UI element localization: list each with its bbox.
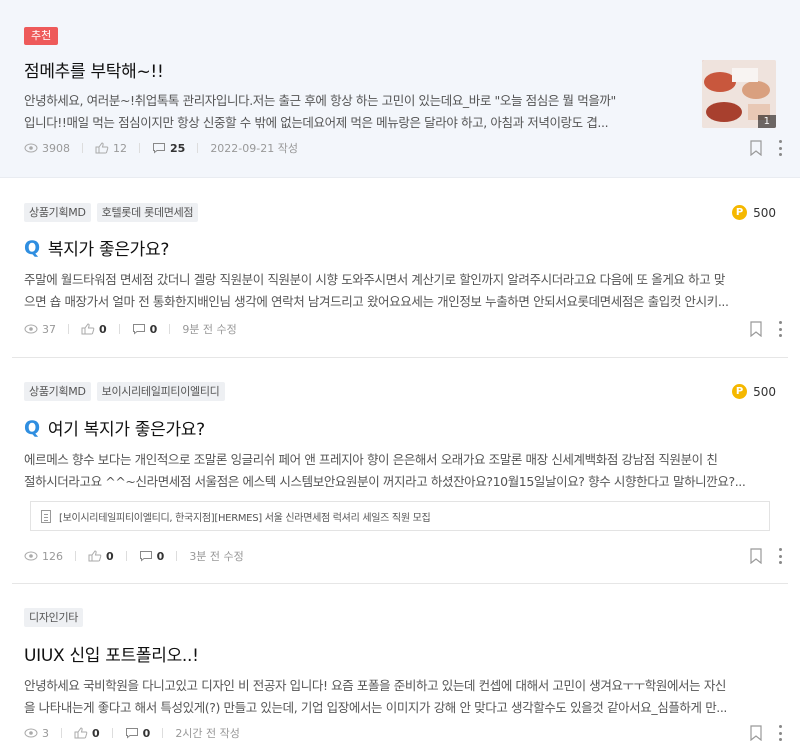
- post-card-featured[interactable]: 추천 점메추를 부탁해~!! 안녕하세요, 여러분~!취업톡톡 관리자입니다.저…: [0, 0, 800, 178]
- reward-points: P 500: [732, 384, 776, 399]
- attached-job-posting[interactable]: [보이시리테일피티이엘티디, 한국지점][HERMES] 서울 신라면세점 럭셔…: [30, 501, 770, 531]
- post-tags: 상품기획MD 보이시리테일피티이엘티디: [24, 382, 225, 401]
- post-date: 2시간 전 작성: [175, 727, 240, 740]
- post-date: 9분 전 수정: [182, 323, 237, 336]
- company-tag[interactable]: 호텔롯데 롯데면세점: [96, 203, 199, 222]
- post-date: 2022-09-21 작성: [210, 142, 298, 155]
- post-actions: [750, 725, 782, 741]
- eye-icon: [24, 324, 38, 334]
- comment-icon: [139, 551, 152, 562]
- comment-icon: [125, 728, 138, 739]
- post-actions: [750, 321, 782, 337]
- post-excerpt[interactable]: 에르메스 향수 보다는 개인적으로 조말론 잉글리쉬 페어 앤 프레지아 향이 …: [24, 449, 774, 493]
- divider: [162, 728, 164, 738]
- bookmark-icon[interactable]: [750, 725, 762, 741]
- view-count: 3908: [24, 142, 70, 155]
- comment-count[interactable]: 0: [132, 323, 157, 336]
- more-icon[interactable]: [778, 548, 782, 564]
- post-meta: 3 0 0 2시간 전 작성: [24, 725, 252, 741]
- post-actions: [750, 140, 782, 156]
- point-coin-icon: P: [732, 384, 748, 399]
- image-count: 1: [757, 115, 776, 128]
- divider: [82, 143, 83, 153]
- post-tags: 디자인기타: [24, 608, 84, 627]
- like-count[interactable]: 0: [74, 727, 100, 740]
- thumbs-up-icon: [88, 550, 102, 562]
- eye-icon: [24, 728, 38, 738]
- post-title[interactable]: UIUX 신입 포트폴리오..!: [24, 641, 199, 666]
- question-icon: Q: [24, 236, 40, 259]
- recommended-badge: 추천: [24, 27, 59, 45]
- post-date: 3분 전 수정: [189, 550, 244, 563]
- bookmark-icon[interactable]: [750, 140, 762, 156]
- comment-count[interactable]: 0: [139, 550, 164, 563]
- document-icon: [41, 509, 51, 523]
- more-icon[interactable]: [778, 140, 782, 156]
- post-meta: 37 0 0 9분 전 수정: [24, 321, 249, 337]
- company-tag[interactable]: 보이시리테일피티이엘티디: [96, 382, 225, 401]
- post-excerpt[interactable]: 안녕하세요 국비학원을 다니고있고 디자인 비 전공자 입니다! 요즘 포폴을 …: [24, 675, 774, 719]
- post-card[interactable]: 디자인기타 UIUX 신입 포트폴리오..! 안녕하세요 국비학원을 다니고있고…: [12, 584, 788, 756]
- thumbs-up-icon: [81, 323, 95, 335]
- more-icon[interactable]: [778, 725, 782, 741]
- post-excerpt[interactable]: 안녕하세요, 여러분~!취업톡톡 관리자입니다.저는 출근 후에 항상 하는 고…: [24, 90, 654, 134]
- view-count: 37: [24, 323, 56, 336]
- divider: [61, 728, 62, 738]
- point-coin-icon: P: [732, 205, 748, 220]
- like-count[interactable]: 12: [95, 142, 127, 155]
- divider: [139, 143, 140, 153]
- post-meta: 3908 12 25 2022-09-21 작성: [24, 140, 310, 156]
- post-card[interactable]: 상품기획MD 호텔롯데 롯데면세점 P 500 Q 복지가 좋은가요? 주말에 …: [12, 178, 788, 358]
- divider: [75, 551, 76, 561]
- post-title[interactable]: 점메추를 부탁해~!!: [24, 57, 164, 82]
- comment-count[interactable]: 0: [125, 727, 150, 740]
- question-icon: Q: [24, 416, 40, 439]
- divider: [68, 324, 69, 334]
- view-count: 3: [24, 727, 49, 740]
- comment-icon: [132, 324, 145, 335]
- thumbs-up-icon: [74, 727, 88, 739]
- post-excerpt[interactable]: 주말에 월드타워점 면세점 갔더니 겔랑 직원분이 직원분이 시향 도와주시면서…: [24, 269, 774, 313]
- divider: [125, 551, 127, 561]
- divider: [176, 551, 178, 561]
- reward-points: P 500: [732, 205, 776, 220]
- view-count: 126: [24, 550, 63, 563]
- like-count[interactable]: 0: [81, 323, 107, 336]
- eye-icon: [24, 551, 38, 561]
- post-card[interactable]: 상품기획MD 보이시리테일피티이엘티디 P 500 Q 여기 복지가 좋은가요?…: [12, 358, 788, 584]
- comment-count[interactable]: 25: [152, 142, 185, 155]
- divider: [118, 324, 120, 334]
- post-title[interactable]: Q 복지가 좋은가요?: [24, 235, 169, 261]
- post-tags: 상품기획MD 호텔롯데 롯데면세점: [24, 203, 199, 222]
- post-title[interactable]: Q 여기 복지가 좋은가요?: [24, 415, 205, 441]
- post-feed: 추천 점메추를 부탁해~!! 안녕하세요, 여러분~!취업톡톡 관리자입니다.저…: [0, 0, 800, 756]
- job-category-tag[interactable]: 상품기획MD: [24, 203, 91, 222]
- job-category-tag[interactable]: 디자인기타: [24, 608, 84, 627]
- post-meta: 126 0 0 3분 전 수정: [24, 548, 256, 564]
- job-category-tag[interactable]: 상품기획MD: [24, 382, 91, 401]
- post-thumbnail[interactable]: 1: [702, 60, 776, 128]
- divider: [197, 143, 199, 153]
- thumbs-up-icon: [95, 142, 109, 154]
- bookmark-icon[interactable]: [750, 321, 762, 337]
- eye-icon: [24, 143, 38, 153]
- bookmark-icon[interactable]: [750, 548, 762, 564]
- divider: [111, 728, 113, 738]
- comment-icon: [153, 143, 165, 154]
- like-count[interactable]: 0: [88, 550, 114, 563]
- more-icon[interactable]: [778, 321, 782, 337]
- post-actions: [750, 548, 782, 564]
- divider: [169, 324, 171, 334]
